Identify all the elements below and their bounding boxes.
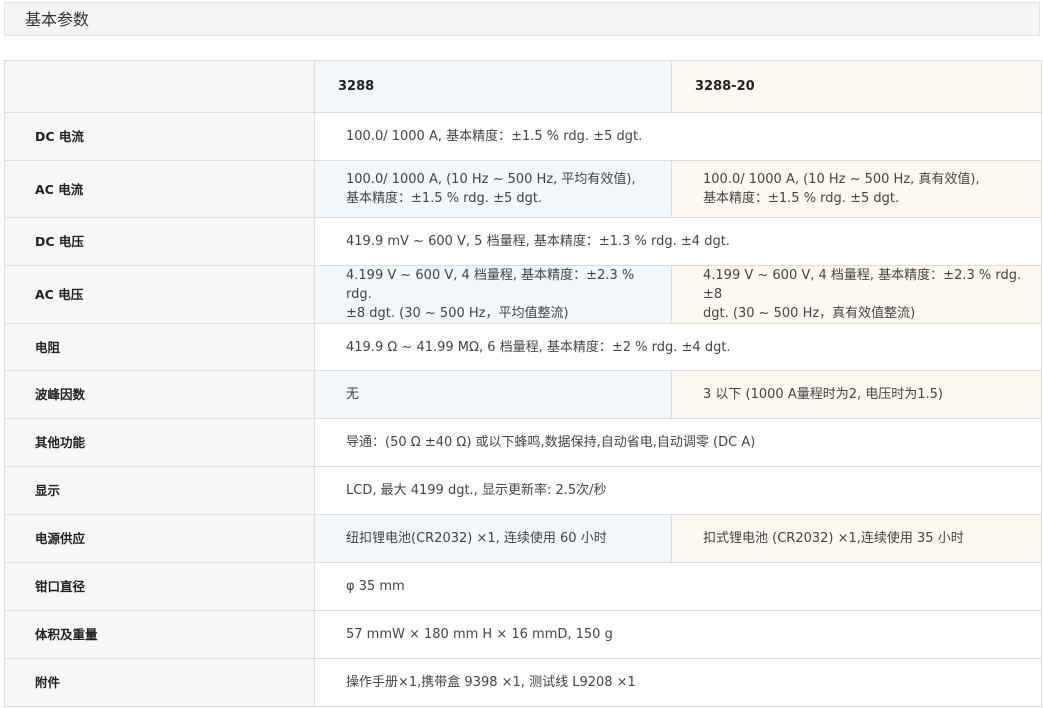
row-label: 电阻 <box>4 323 315 371</box>
value-line: dgt. (30 ~ 500 Hz，真有效值整流) <box>703 306 916 321</box>
header-empty-cell <box>4 60 315 113</box>
table-row: AC 电压 4.199 V ~ 600 V, 4 档量程, 基本精度：±2.3 … <box>4 265 1042 324</box>
table-row: 体积及重量 57 mmW × 180 mm H × 16 mmD, 150 g <box>4 610 1042 659</box>
row-value-shared: φ 35 mm <box>314 562 1042 611</box>
row-value-3288-20: 100.0/ 1000 A, (10 Hz ~ 500 Hz, 真有效值), 基… <box>671 160 1042 218</box>
spec-table: 3288 3288-20 DC 电流 100.0/ 1000 A, 基本精度：±… <box>4 60 1042 707</box>
table-row: 电源供应 纽扣锂电池(CR2032) ×1, 连续使用 60 小时 扣式锂电池 … <box>4 514 1042 563</box>
row-value-shared: LCD, 最大 4199 dgt., 显示更新率: 2.5次/秒 <box>314 466 1042 515</box>
row-label: AC 电流 <box>4 160 315 218</box>
table-row: DC 电流 100.0/ 1000 A, 基本精度：±1.5 % rdg. ±5… <box>4 112 1042 161</box>
row-value-3288-20: 4.199 V ~ 600 V, 4 档量程, 基本精度：±2.3 % rdg.… <box>671 265 1042 324</box>
row-value-3288: 纽扣锂电池(CR2032) ×1, 连续使用 60 小时 <box>314 514 672 563</box>
row-label: 体积及重量 <box>4 610 315 659</box>
row-value-shared: 419.9 Ω ~ 41.99 MΩ, 6 档量程, 基本精度：±2 % rdg… <box>314 323 1042 371</box>
table-row: 波峰因数 无 3 以下 (1000 A量程时为2, 电压时为1.5) <box>4 370 1042 419</box>
table-row: 显示 LCD, 最大 4199 dgt., 显示更新率: 2.5次/秒 <box>4 466 1042 515</box>
row-label: 附件 <box>4 658 315 707</box>
table-row: 电阻 419.9 Ω ~ 41.99 MΩ, 6 档量程, 基本精度：±2 % … <box>4 323 1042 371</box>
value-line: ±8 dgt. (30 ~ 500 Hz，平均值整流) <box>346 306 569 321</box>
row-value-3288: 无 <box>314 370 672 419</box>
section-header: 基本参数 <box>4 2 1040 36</box>
value-line: 100.0/ 1000 A, (10 Hz ~ 500 Hz, 真有效值), <box>703 172 980 187</box>
row-label: 显示 <box>4 466 315 515</box>
table-row: 附件 操作手册×1,携带盒 9398 ×1, 测试线 L9208 ×1 <box>4 658 1042 707</box>
value-line: 基本精度：±1.5 % rdg. ±5 dgt. <box>346 191 543 206</box>
row-label: DC 电流 <box>4 112 315 161</box>
row-value-3288: 100.0/ 1000 A, (10 Hz ~ 500 Hz, 平均有效值), … <box>314 160 672 218</box>
value-line: 基本精度：±1.5 % rdg. ±5 dgt. <box>703 191 900 206</box>
row-label: 钳口直径 <box>4 562 315 611</box>
row-label: 电源供应 <box>4 514 315 563</box>
value-line: 100.0/ 1000 A, (10 Hz ~ 500 Hz, 平均有效值), <box>346 172 636 187</box>
value-line: 4.199 V ~ 600 V, 4 档量程, 基本精度：±2.3 % rdg. <box>346 268 635 302</box>
row-label: AC 电压 <box>4 265 315 324</box>
table-row: AC 电流 100.0/ 1000 A, (10 Hz ~ 500 Hz, 平均… <box>4 160 1042 218</box>
section-title: 基本参数 <box>25 10 90 29</box>
row-value-shared: 100.0/ 1000 A, 基本精度：±1.5 % rdg. ±5 dgt. <box>314 112 1042 161</box>
row-value-shared: 57 mmW × 180 mm H × 16 mmD, 150 g <box>314 610 1042 659</box>
row-label: 波峰因数 <box>4 370 315 419</box>
row-value-3288-20: 3 以下 (1000 A量程时为2, 电压时为1.5) <box>671 370 1042 419</box>
row-value-3288: 4.199 V ~ 600 V, 4 档量程, 基本精度：±2.3 % rdg.… <box>314 265 672 324</box>
table-row: 其他功能 导通：(50 Ω ±40 Ω) 或以下蜂鸣,数据保持,自动省电,自动调… <box>4 418 1042 467</box>
value-line: 4.199 V ~ 600 V, 4 档量程, 基本精度：±2.3 % rdg.… <box>703 268 1022 302</box>
model-header-3288-20: 3288-20 <box>671 60 1042 113</box>
row-value-shared: 导通：(50 Ω ±40 Ω) 或以下蜂鸣,数据保持,自动省电,自动调零 (DC… <box>314 418 1042 467</box>
table-row: 钳口直径 φ 35 mm <box>4 562 1042 611</box>
table-row: DC 电压 419.9 mV ~ 600 V, 5 档量程, 基本精度：±1.3… <box>4 217 1042 266</box>
row-value-3288-20: 扣式锂电池 (CR2032) ×1,连续使用 35 小时 <box>671 514 1042 563</box>
table-header-row: 3288 3288-20 <box>4 60 1042 113</box>
model-header-3288: 3288 <box>314 60 672 113</box>
row-value-shared: 419.9 mV ~ 600 V, 5 档量程, 基本精度：±1.3 % rdg… <box>314 217 1042 266</box>
row-label: 其他功能 <box>4 418 315 467</box>
row-value-shared: 操作手册×1,携带盒 9398 ×1, 测试线 L9208 ×1 <box>314 658 1042 707</box>
row-label: DC 电压 <box>4 217 315 266</box>
